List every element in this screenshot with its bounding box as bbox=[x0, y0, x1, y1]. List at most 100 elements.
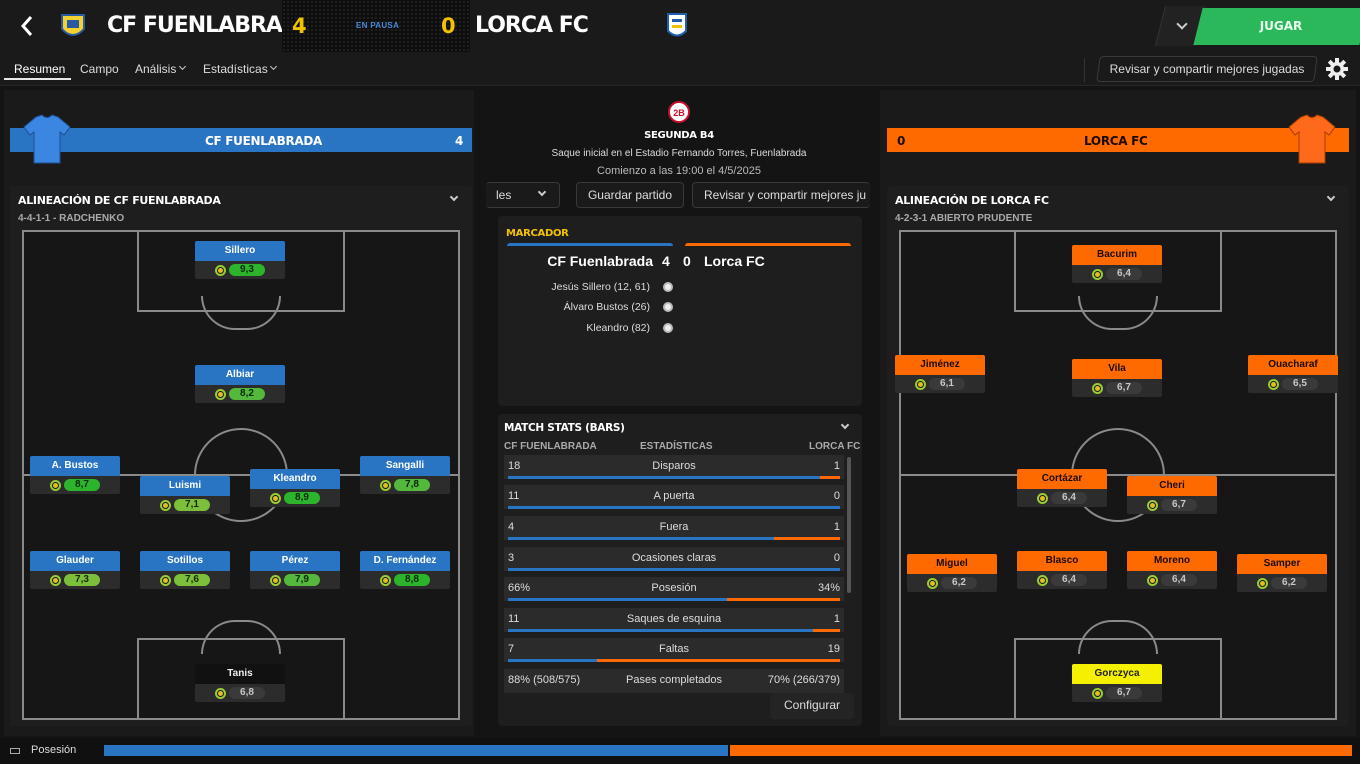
home-crest-icon bbox=[61, 14, 85, 36]
rating-icon bbox=[1268, 379, 1279, 390]
competition-badge-icon: 2B bbox=[668, 101, 690, 123]
player-card[interactable]: Ouacharaf 6,5 bbox=[1248, 355, 1338, 393]
player-card[interactable]: Tanis 6,8 bbox=[195, 664, 285, 702]
player-card[interactable]: Pérez 7,9 bbox=[250, 551, 340, 589]
active-tab-indicator bbox=[4, 78, 71, 80]
stat-row: 11 Saques de esquina 1 bbox=[504, 608, 844, 632]
away-formation: 4-2-3-1 ABIERTO PRUDENTE bbox=[895, 213, 1033, 224]
stats-scrollbar[interactable] bbox=[847, 457, 851, 593]
scoreboard-away: Lorca FC bbox=[704, 253, 765, 269]
away-lineup-title: ALINEACIÓN DE LORCA FC bbox=[895, 194, 1049, 207]
player-card[interactable]: Glauder 7,3 bbox=[30, 551, 120, 589]
player-card[interactable]: Sotillos 7,6 bbox=[140, 551, 230, 589]
player-card[interactable]: Sangalli 7,8 bbox=[360, 456, 450, 494]
home-banner-name: CF FUENLABRADA bbox=[205, 134, 323, 148]
player-card[interactable]: Moreno 6,4 bbox=[1127, 551, 1217, 589]
possession-away-bar bbox=[730, 745, 1352, 756]
rating-icon bbox=[1092, 383, 1103, 394]
rating-icon bbox=[50, 480, 61, 491]
review-share-button[interactable]: Revisar y compartir mejores ju bbox=[692, 182, 870, 208]
player-card[interactable]: Gorczyca 6,7 bbox=[1072, 664, 1162, 702]
player-card[interactable]: Luismi 7,1 bbox=[140, 476, 230, 514]
scoreboard-home: CF Fuenlabrada bbox=[547, 253, 653, 269]
player-card[interactable]: Samper 6,2 bbox=[1237, 554, 1327, 592]
review-highlights-button[interactable]: Revisar y compartir mejores jugadas bbox=[1098, 62, 1316, 76]
configure-button[interactable]: Configurar bbox=[770, 693, 854, 719]
player-card[interactable]: Bacurim 6,4 bbox=[1072, 245, 1162, 283]
away-banner-score: 0 bbox=[897, 134, 906, 148]
stats-title: MATCH STATS (BARS) bbox=[504, 422, 625, 434]
ball-icon bbox=[663, 282, 673, 292]
home-banner-score: 4 bbox=[455, 134, 464, 148]
rating-icon bbox=[915, 379, 926, 390]
stat-row: 88% (508/575) Pases completados 70% (266/3… bbox=[504, 669, 844, 693]
stat-row: 18 Disparos 1 bbox=[504, 455, 844, 479]
scoreboard-home-score: 4 bbox=[662, 253, 670, 269]
rating-icon bbox=[1092, 269, 1103, 280]
player-card[interactable]: Albiar 8,2 bbox=[195, 365, 285, 403]
away-team-name: LORCA FC bbox=[475, 13, 589, 38]
goal-scorer: Álvaro Bustos (26) bbox=[563, 301, 650, 313]
gear-icon[interactable] bbox=[1324, 56, 1350, 82]
rating-icon bbox=[1037, 575, 1048, 586]
rating-icon bbox=[270, 493, 281, 504]
player-card[interactable]: Kleandro 8,9 bbox=[250, 469, 340, 507]
away-shirt-icon bbox=[1288, 114, 1336, 164]
stat-row: 3 Ocasiones claras 0 bbox=[504, 547, 844, 571]
back-arrow-icon[interactable] bbox=[14, 12, 42, 40]
kickoff-time: Comienzo a las 19:00 el 4/5/2025 bbox=[597, 165, 761, 177]
player-card[interactable]: Miguel 6,2 bbox=[907, 554, 997, 592]
stat-row: 11 A puerta 0 bbox=[504, 485, 844, 509]
player-card[interactable]: Sillero 9,3 bbox=[195, 241, 285, 279]
rating-icon bbox=[1037, 493, 1048, 504]
tab-stats[interactable]: Estadísticas bbox=[203, 62, 268, 76]
tab-summary[interactable]: Resumen bbox=[14, 62, 65, 76]
possession-icon bbox=[10, 748, 20, 754]
rating-icon bbox=[1092, 688, 1103, 699]
away-score: 0 bbox=[441, 14, 456, 38]
stats-home-label: CF FUENLABRADA bbox=[504, 441, 597, 452]
rating-icon bbox=[1147, 575, 1158, 586]
home-formation: 4-4-1-1 - RADCHENKO bbox=[18, 213, 125, 224]
rating-icon bbox=[380, 480, 391, 491]
player-card[interactable]: A. Bustos 8,7 bbox=[30, 456, 120, 494]
rating-icon bbox=[927, 578, 938, 589]
player-card[interactable]: Cortázar 6,4 bbox=[1017, 469, 1107, 507]
possession-home-bar bbox=[104, 745, 728, 756]
divider bbox=[1084, 58, 1085, 82]
player-card[interactable]: Jiménez 6,1 bbox=[895, 355, 985, 393]
rating-icon bbox=[160, 500, 171, 511]
scoreboard-title: MARCADOR bbox=[506, 228, 569, 239]
rating-icon bbox=[160, 575, 171, 586]
stats-away-label: LORCA FC bbox=[809, 441, 861, 452]
player-card[interactable]: Cheri 6,7 bbox=[1127, 476, 1217, 514]
away-banner-name: LORCA FC bbox=[1084, 134, 1148, 148]
goal-scorer: Jesús Sillero (12, 61) bbox=[551, 281, 650, 293]
rating-icon bbox=[215, 265, 226, 276]
tab-field[interactable]: Campo bbox=[80, 62, 119, 76]
player-card[interactable]: D. Fernández 8,8 bbox=[360, 551, 450, 589]
rating-icon bbox=[380, 575, 391, 586]
venue: Saque inicial en el Estadio Fernando Tor… bbox=[551, 148, 807, 159]
scoreboard-away-score: 0 bbox=[683, 253, 691, 269]
rating-icon bbox=[215, 688, 226, 699]
stats-mid-label: ESTADÍSTICAS bbox=[640, 441, 713, 452]
home-score-bar bbox=[507, 243, 673, 246]
home-lineup-title: ALINEACIÓN DE CF FUENLABRADA bbox=[18, 194, 221, 207]
rating-icon bbox=[270, 575, 281, 586]
rating-icon bbox=[1257, 578, 1268, 589]
stat-row: 4 Fuera 1 bbox=[504, 516, 844, 540]
rating-icon bbox=[215, 389, 226, 400]
player-card[interactable]: Vila 6,7 bbox=[1072, 359, 1162, 397]
away-score-bar bbox=[685, 243, 851, 246]
rating-icon bbox=[50, 575, 61, 586]
tab-analysis[interactable]: Análisis bbox=[135, 62, 176, 76]
home-shirt-icon bbox=[23, 114, 71, 164]
player-card[interactable]: Blasco 6,4 bbox=[1017, 551, 1107, 589]
highlights-dropdown[interactable]: les bbox=[486, 182, 560, 208]
stat-row: 7 Faltas 19 bbox=[504, 638, 844, 662]
goal-scorer: Kleandro (82) bbox=[586, 322, 650, 334]
save-match-button[interactable]: Guardar partido bbox=[576, 182, 684, 208]
competition-name: SEGUNDA B4 bbox=[644, 130, 714, 141]
play-button[interactable]: JUGAR bbox=[1198, 8, 1360, 45]
